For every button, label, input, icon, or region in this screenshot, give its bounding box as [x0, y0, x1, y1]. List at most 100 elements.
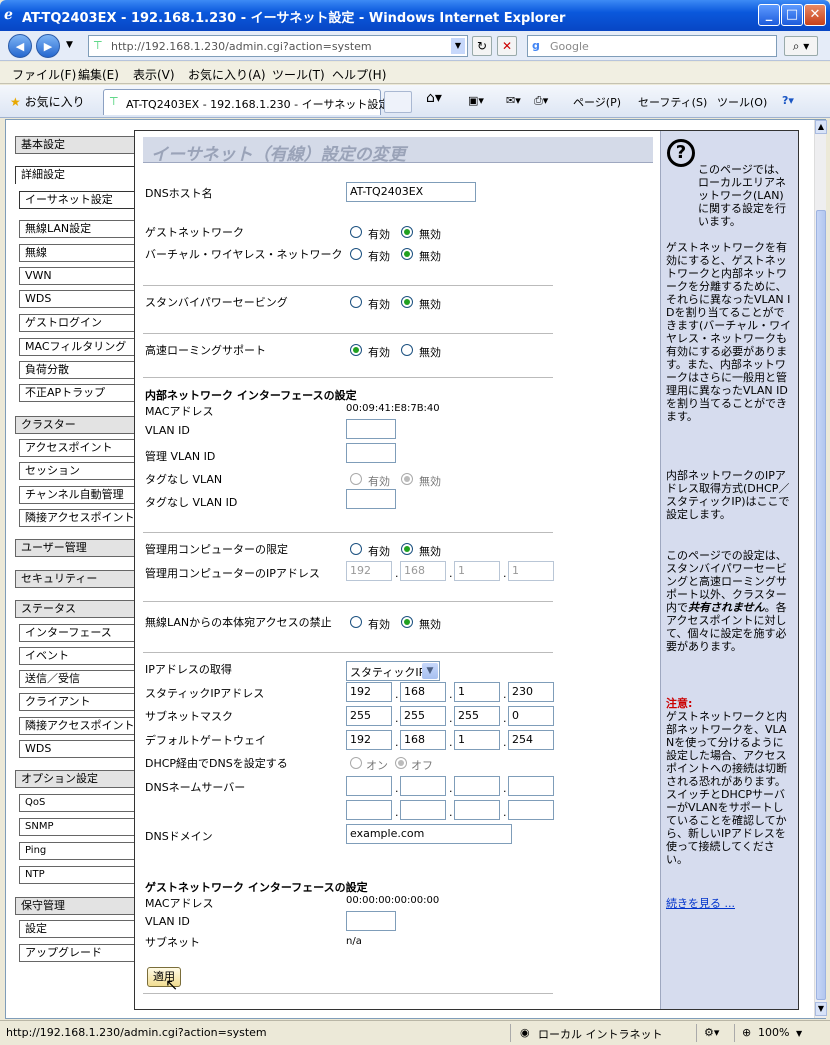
forward-button[interactable]: ▶ — [36, 34, 60, 58]
browser-tab[interactable]: ⊤ AT-TQ2403EX - 192.168.1.230 - イーサネット設定 — [103, 89, 389, 115]
untagged-vlan-disable-radio[interactable] — [401, 473, 413, 485]
vlan-id-input[interactable] — [346, 419, 396, 439]
untagged-vlan-id-input[interactable] — [346, 489, 396, 509]
standby-enable-radio[interactable] — [350, 296, 362, 308]
sidebar-item-5[interactable]: VWN — [19, 267, 137, 285]
sidebar-item-9[interactable]: 負荷分散 — [19, 361, 137, 379]
subnet-octet-2[interactable]: 255 — [400, 706, 446, 726]
sidebar-item-18[interactable]: ステータス — [15, 600, 137, 618]
protected-mode-icon[interactable]: ⚙▾ — [704, 1026, 719, 1039]
standby-disable-radio[interactable] — [401, 296, 413, 308]
menu-view[interactable]: 表示(V) — [133, 66, 175, 83]
vertical-scrollbar[interactable]: ▲ ▼ — [814, 120, 827, 1018]
address-dropdown-icon[interactable]: ▼ — [451, 38, 465, 54]
sidebar-item-26[interactable]: QoS — [19, 794, 137, 812]
dns2-octet-1[interactable] — [346, 800, 392, 820]
menu-favorites[interactable]: お気に入り(A) — [188, 66, 266, 83]
menu-help[interactable]: ヘルプ(H) — [332, 66, 386, 83]
page-menu[interactable]: ページ(P) — [573, 94, 621, 110]
menu-tools[interactable]: ツール(T) — [272, 66, 325, 83]
menu-file[interactable]: ファイル(F) — [12, 66, 76, 83]
menu-edit[interactable]: 編集(E) — [78, 66, 119, 83]
sidebar-item-32[interactable]: アップグレード — [19, 944, 137, 962]
minimize-button[interactable]: _ — [758, 4, 780, 26]
sidebar-item-21[interactable]: 送信／受信 — [19, 670, 137, 688]
dns1-octet-2[interactable] — [400, 776, 446, 796]
sidebar-item-28[interactable]: Ping — [19, 842, 137, 860]
sidebar-item-10[interactable]: 不正APトラップ — [19, 384, 137, 402]
static-ip-octet-4[interactable]: 230 — [508, 682, 554, 702]
maximize-button[interactable]: □ — [781, 4, 803, 26]
wlan-access-disable-radio[interactable] — [401, 616, 413, 628]
sidebar-item-3[interactable]: 無線LAN設定 — [19, 220, 137, 238]
zoom-icon[interactable]: ⊕ — [742, 1026, 751, 1039]
sidebar-item-1[interactable]: 詳細設定 — [15, 166, 137, 184]
mgmt-pc-ip-octet-3[interactable]: 1 — [454, 561, 500, 581]
mail-icon[interactable]: ✉▾ — [506, 94, 521, 107]
back-button[interactable]: ◀ — [8, 34, 32, 58]
dhcp-dns-on-radio[interactable] — [350, 757, 362, 769]
help-icon[interactable]: ?▾ — [782, 94, 794, 107]
sidebar-item-31[interactable]: 設定 — [19, 920, 137, 938]
more-link[interactable]: 続きを見る ... — [666, 897, 735, 910]
dns1-octet-4[interactable] — [508, 776, 554, 796]
ip-acquire-select[interactable]: スタティックIP ▼ — [346, 661, 440, 681]
zoom-level[interactable]: 100% — [758, 1026, 789, 1039]
dns-host-input[interactable]: AT-TQ2403EX — [346, 182, 476, 202]
scroll-up-icon[interactable]: ▲ — [815, 120, 827, 134]
mgmt-vlan-input[interactable] — [346, 443, 396, 463]
static-ip-octet-2[interactable]: 168 — [400, 682, 446, 702]
address-bar[interactable]: ⊤ http://192.168.1.230/admin.cgi?action=… — [88, 35, 468, 57]
sidebar-item-24[interactable]: WDS — [19, 740, 137, 758]
sidebar-item-7[interactable]: ゲストログイン — [19, 314, 137, 332]
gateway-octet-3[interactable]: 1 — [454, 730, 500, 750]
favorites-button[interactable]: ★ お気に入り — [10, 93, 85, 110]
sidebar-item-16[interactable]: ユーザー管理 — [15, 539, 137, 557]
safety-menu[interactable]: セーフティ(S) — [638, 94, 707, 110]
fast-roaming-enable-radio[interactable] — [350, 344, 362, 356]
stop-button[interactable]: ✕ — [497, 36, 517, 56]
tools-menu[interactable]: ツール(O) — [717, 94, 767, 110]
wlan-access-enable-radio[interactable] — [350, 616, 362, 628]
static-ip-octet-3[interactable]: 1 — [454, 682, 500, 702]
dns-domain-input[interactable]: example.com — [346, 824, 512, 844]
dns2-octet-3[interactable] — [454, 800, 500, 820]
subnet-octet-4[interactable]: 0 — [508, 706, 554, 726]
fast-roaming-disable-radio[interactable] — [401, 344, 413, 356]
dns1-octet-1[interactable] — [346, 776, 392, 796]
gateway-octet-2[interactable]: 168 — [400, 730, 446, 750]
search-button[interactable]: ⌕ ▾ — [784, 36, 818, 56]
feeds-icon[interactable]: ▣▾ — [468, 94, 484, 107]
virtual-wireless-disable-radio[interactable] — [401, 248, 413, 260]
sidebar-item-23[interactable]: 隣接アクセスポイント — [19, 717, 137, 735]
home-icon[interactable]: ⌂▾ — [426, 90, 442, 106]
sidebar-item-19[interactable]: インターフェース — [19, 624, 137, 642]
new-tab-button[interactable] — [384, 91, 412, 113]
dns2-octet-2[interactable] — [400, 800, 446, 820]
sidebar-item-11[interactable]: クラスター — [15, 416, 137, 434]
dns2-octet-4[interactable] — [508, 800, 554, 820]
sidebar-item-17[interactable]: セキュリティー — [15, 570, 137, 588]
mgmt-pc-ip-octet-2[interactable]: 168 — [400, 561, 446, 581]
sidebar-item-20[interactable]: イベント — [19, 647, 137, 665]
close-button[interactable]: ✕ — [804, 4, 826, 26]
mgmt-pc-ip-octet-1[interactable]: 192 — [346, 561, 392, 581]
sidebar-item-30[interactable]: 保守管理 — [15, 897, 137, 915]
scroll-thumb[interactable] — [816, 210, 826, 1000]
sidebar-item-8[interactable]: MACフィルタリング — [19, 338, 137, 356]
scroll-down-icon[interactable]: ▼ — [815, 1002, 827, 1016]
gateway-octet-1[interactable]: 192 — [346, 730, 392, 750]
refresh-button[interactable]: ↻ — [472, 36, 492, 56]
sidebar-item-27[interactable]: SNMP — [19, 818, 137, 836]
dns1-octet-3[interactable] — [454, 776, 500, 796]
mgmt-pc-limit-disable-radio[interactable] — [401, 543, 413, 555]
subnet-octet-1[interactable]: 255 — [346, 706, 392, 726]
sidebar-item-22[interactable]: クライアント — [19, 693, 137, 711]
dhcp-dns-off-radio[interactable] — [395, 757, 407, 769]
sidebar-item-25[interactable]: オプション設定 — [15, 770, 137, 788]
static-ip-octet-1[interactable]: 192 — [346, 682, 392, 702]
sidebar-item-13[interactable]: セッション — [19, 462, 137, 480]
sidebar-item-6[interactable]: WDS — [19, 290, 137, 308]
untagged-vlan-enable-radio[interactable] — [350, 473, 362, 485]
sidebar-item-15[interactable]: 隣接アクセスポイント — [19, 509, 137, 527]
